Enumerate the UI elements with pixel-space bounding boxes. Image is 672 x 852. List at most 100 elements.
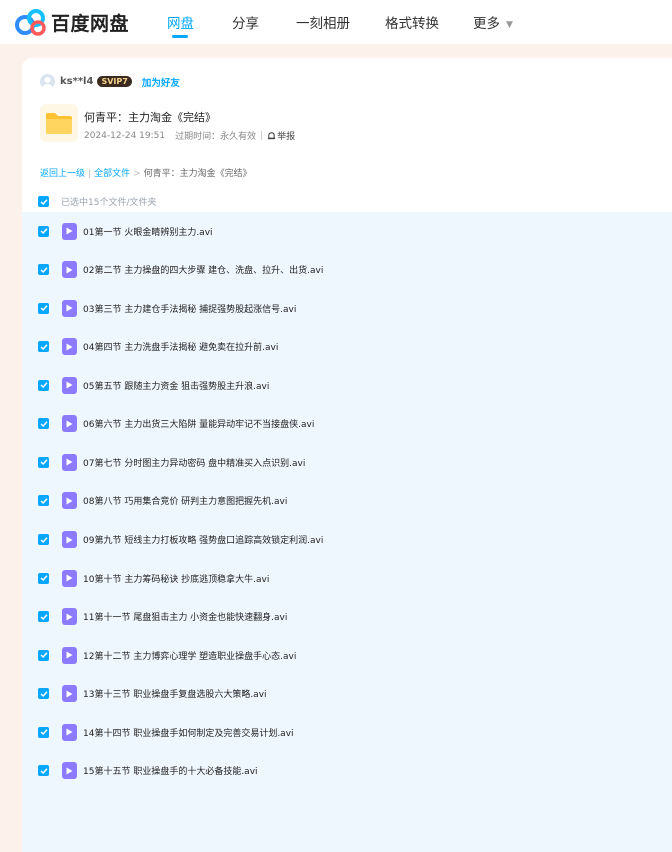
checkmark-icon [39, 768, 48, 775]
nav-item-more-label: 更多 [473, 16, 500, 32]
list-item[interactable]: 06第六节 主力出货三大陷阱 量能异动牢记不当接盘侠.avi [22, 405, 672, 443]
file-name[interactable]: 08第八节 巧用集合竞价 研判主力意图把握先机.avi [83, 494, 287, 507]
nav-item-format-convert[interactable]: 格式转换 [385, 12, 439, 32]
file-name[interactable]: 13第十三节 职业操盘手复盘选股六大策略.avi [83, 687, 267, 700]
play-icon [66, 767, 73, 775]
breadcrumb-current: 何青平：主力淘金《完结》 [143, 169, 252, 179]
file-checkbox[interactable] [38, 456, 49, 468]
checkmark-icon [39, 382, 48, 389]
play-icon [66, 304, 73, 312]
file-checkbox[interactable] [38, 379, 49, 391]
list-item[interactable]: 12第十二节 主力博弈心理学 塑造职业操盘手心态.avi [22, 636, 672, 674]
nav-item-more[interactable]: 更多 ▼ [473, 12, 513, 32]
checkmark-icon [39, 305, 48, 312]
breadcrumb-separator: | [88, 169, 92, 179]
list-item[interactable]: 14第十四节 职业操盘手如何制定及完善交易计划.avi [22, 713, 672, 751]
file-checkbox[interactable] [38, 225, 49, 237]
list-item[interactable]: 11第十一节 尾盘狙击主力 小资金也能快速翻身.avi [22, 598, 672, 636]
file-name[interactable]: 04第四节 主力洗盘手法揭秘 避免卖在拉升前.avi [83, 340, 278, 353]
report-button[interactable]: 举报 [267, 129, 295, 142]
nav-item-netdisk[interactable]: 网盘 [167, 12, 194, 32]
file-checkbox[interactable] [38, 341, 49, 353]
file-name[interactable]: 15第十五节 职业操盘手的十大必备技能.avi [83, 764, 258, 777]
play-icon [66, 613, 73, 621]
file-name[interactable]: 03第三节 主力建仓手法揭秘 捕捉强势股起涨信号.avi [83, 302, 296, 315]
file-checkbox[interactable] [38, 572, 49, 584]
checkmark-icon [39, 536, 48, 543]
list-item[interactable]: 15第十五节 职业操盘手的十大必备技能.avi [22, 752, 672, 790]
file-name[interactable]: 01第一节 火眼金睛辨别主力.avi [83, 225, 213, 238]
list-item[interactable]: 05第五节 跟随主力资金 狙击强势股主升浪.avi [22, 366, 672, 404]
checkmark-icon [39, 729, 48, 736]
breadcrumb-all-files[interactable]: 全部文件 [94, 169, 130, 179]
video-file-icon [62, 338, 77, 356]
file-name[interactable]: 06第六节 主力出货三大陷阱 量能异动牢记不当接盘侠.avi [83, 417, 314, 430]
file-name[interactable]: 02第二节 主力操盘的四大步骤 建仓、洗盘、拉升、出货.avi [83, 263, 323, 276]
list-item[interactable]: 10第十节 主力筹码秘诀 抄底逃顶稳拿大牛.avi [22, 559, 672, 597]
sharer-name[interactable]: ks**l4 [60, 76, 93, 87]
file-checkbox[interactable] [38, 649, 49, 661]
checkmark-icon [39, 613, 48, 620]
file-name[interactable]: 12第十二节 主力博弈心理学 塑造职业操盘手心态.avi [83, 649, 296, 662]
checkmark-icon [39, 266, 48, 273]
nav-item-album[interactable]: 一刻相册 [296, 12, 350, 32]
list-item[interactable]: 13第十三节 职业操盘手复盘选股六大策略.avi [22, 675, 672, 713]
list-item[interactable]: 04第四节 主力洗盘手法揭秘 避免卖在拉升前.avi [22, 328, 672, 366]
checkmark-icon [39, 691, 48, 697]
select-all-checkbox[interactable] [38, 196, 49, 207]
list-item[interactable]: 01第一节 火眼金睛辨别主力.avi [22, 212, 672, 250]
checkmark-icon [39, 421, 48, 427]
file-list: 01第一节 火眼金睛辨别主力.avi 02第二节 主力操盘的四大步骤 建仓、洗盘、… [22, 212, 672, 852]
file-checkbox[interactable] [38, 418, 49, 430]
file-checkbox[interactable] [38, 765, 49, 777]
video-file-icon [62, 453, 77, 471]
select-all-row: 已选中15个文件/文件夹 [38, 195, 157, 208]
file-name[interactable]: 11第十一节 尾盘狙击主力 小资金也能快速翻身.avi [83, 610, 287, 623]
selection-count: 已选中15个文件/文件夹 [61, 198, 157, 208]
list-item[interactable]: 02第二节 主力操盘的四大步骤 建仓、洗盘、拉升、出货.avi [22, 251, 672, 289]
folder-icon [46, 113, 72, 134]
file-name[interactable]: 05第五节 跟随主力资金 狙击强势股主升浪.avi [83, 379, 269, 392]
play-icon [66, 458, 73, 466]
play-icon [66, 381, 73, 389]
list-item[interactable]: 09第九节 短线主力打板攻略 强势盘口追踪高效锁定利润.avi [22, 521, 672, 559]
breadcrumb-back[interactable]: 返回上一级 [40, 169, 85, 179]
report-icon [268, 132, 276, 140]
checkmark-icon [39, 652, 48, 659]
play-icon [66, 227, 73, 235]
nav-item-share[interactable]: 分享 [232, 12, 259, 32]
avatar[interactable] [40, 74, 55, 89]
breadcrumb: 返回上一级 | 全部文件 > 何青平：主力淘金《完结》 [40, 166, 252, 179]
app-logo[interactable]: 百度网盘 [14, 7, 129, 37]
checkmark-icon [39, 575, 48, 582]
checkmark-icon [39, 498, 48, 505]
active-tab-indicator [172, 35, 188, 38]
video-file-icon [62, 222, 77, 240]
file-name[interactable]: 10第十节 主力筹码秘诀 抄底逃顶稳拿大牛.avi [83, 572, 269, 585]
list-item[interactable]: 07第七节 分时图主力异动密码 盘中精准买入点识别.avi [22, 443, 672, 481]
play-icon [66, 536, 73, 544]
file-checkbox[interactable] [38, 688, 49, 700]
file-name[interactable]: 14第十四节 职业操盘手如何制定及完善交易计划.avi [83, 726, 294, 739]
video-file-icon [62, 762, 77, 780]
list-item[interactable]: 08第八节 巧用集合竞价 研判主力意图把握先机.avi [22, 482, 672, 520]
file-checkbox[interactable] [38, 534, 49, 546]
video-file-icon [62, 376, 77, 394]
play-icon [66, 266, 73, 274]
file-checkbox[interactable] [38, 611, 49, 623]
list-item[interactable]: 03第三节 主力建仓手法揭秘 捕捉强势股起涨信号.avi [22, 289, 672, 327]
video-file-icon [62, 299, 77, 317]
share-date: 2024-12-24 19:51 [84, 130, 166, 141]
video-file-icon [62, 723, 77, 741]
file-name[interactable]: 09第九节 短线主力打板攻略 强势盘口追踪高效锁定利润.avi [83, 533, 323, 546]
file-checkbox[interactable] [38, 302, 49, 314]
file-checkbox[interactable] [38, 495, 49, 507]
file-checkbox[interactable] [38, 264, 49, 276]
checkmark-icon [39, 343, 48, 350]
video-file-icon [62, 531, 77, 549]
folder-thumbnail [40, 104, 78, 142]
file-checkbox[interactable] [38, 726, 49, 738]
add-friend-link[interactable]: 加为好友 [142, 75, 180, 89]
file-name[interactable]: 07第七节 分时图主力异动密码 盘中精准买入点识别.avi [83, 456, 305, 469]
meta-divider [261, 131, 263, 140]
